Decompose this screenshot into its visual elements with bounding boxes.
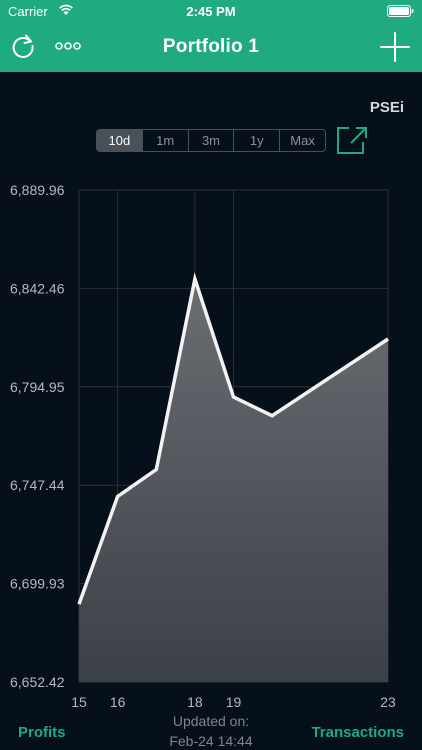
add-icon[interactable] <box>380 32 410 62</box>
app-header: Carrier 2:45 PM Portfolio 1 <box>0 0 422 72</box>
battery-icon <box>387 5 414 17</box>
x-tick-label: 18 <box>187 694 203 710</box>
y-tick-label: 6,842.46 <box>10 280 65 296</box>
range-1m[interactable]: 1m <box>143 130 189 151</box>
y-tick-label: 6,889.96 <box>10 182 65 198</box>
range-10d[interactable]: 10d <box>97 130 143 151</box>
expand-icon[interactable] <box>336 125 368 155</box>
index-label: PSEi <box>369 99 404 116</box>
status-bar: Carrier 2:45 PM <box>0 0 422 22</box>
navigation-bar: Portfolio 1 <box>0 22 422 72</box>
page-title: Portfolio 1 <box>162 36 260 57</box>
price-chart: 6,889.96 6,842.46 6,794.95 6,747.44 6,699.93… <box>10 182 396 710</box>
y-tick-label: 6,699.93 <box>10 576 65 592</box>
x-tick-label: 16 <box>110 694 126 710</box>
x-tick-label: 23 <box>380 694 396 710</box>
range-selector: 10d 1m 3m 1y Max <box>96 129 326 152</box>
status-time: 2:45 PM <box>186 4 236 19</box>
range-max[interactable]: Max <box>280 130 325 151</box>
y-tick-label: 6,794.95 <box>10 379 65 395</box>
x-tick-label: 15 <box>71 694 87 710</box>
x-tick-label: 19 <box>226 694 242 710</box>
transactions-button[interactable]: Transactions <box>311 724 404 741</box>
y-tick-label: 6,652.42 <box>10 674 65 690</box>
range-1y[interactable]: 1y <box>234 130 281 151</box>
range-3m[interactable]: 3m <box>189 130 235 151</box>
y-tick-label: 6,747.44 <box>10 477 65 493</box>
